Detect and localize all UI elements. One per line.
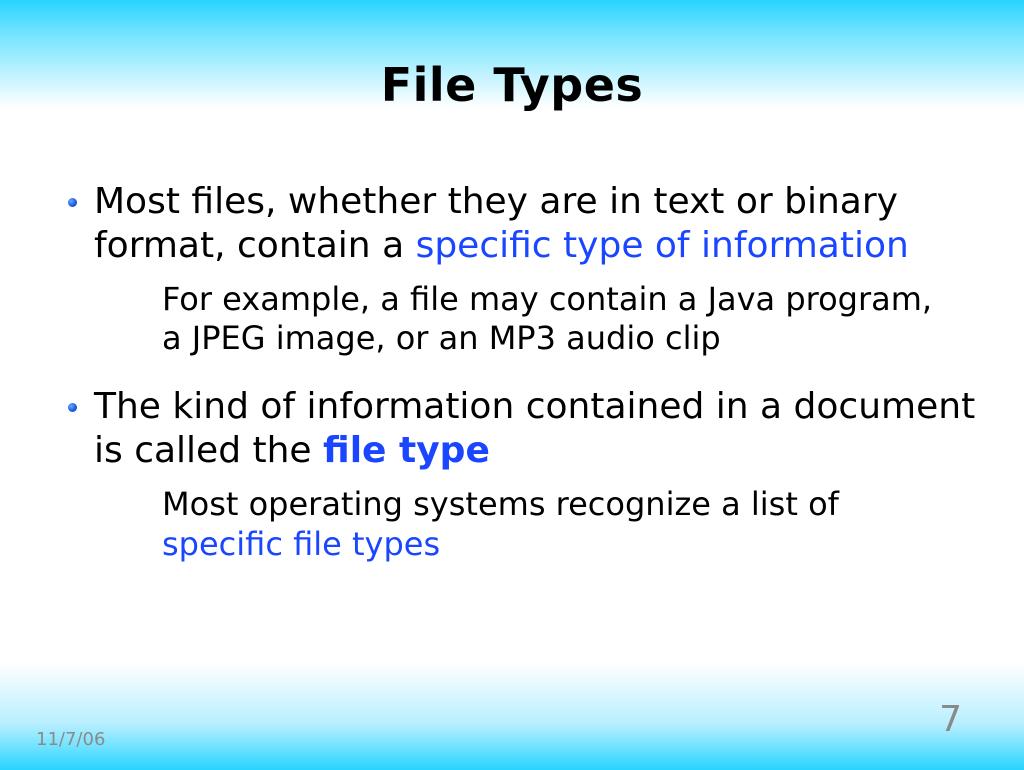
slide-title: File Types — [0, 0, 1024, 112]
bullet-item: The kind of information contained in a d… — [64, 385, 976, 473]
page-number: 7 — [939, 699, 962, 740]
footer-date: 11/7/06 — [36, 729, 105, 750]
sub-bullet: For example, a file may contain a Java p… — [64, 280, 976, 359]
bullet-item: Most files, whether they are in text or … — [64, 180, 976, 268]
highlight-text: specific type of information — [416, 225, 909, 266]
highlight-bold-text: file type — [323, 430, 490, 471]
bullet-text: The kind of information contained in a d… — [94, 386, 975, 471]
sub-highlight: specific file types — [162, 525, 440, 563]
sub-text: For example, a file may contain a Java p… — [162, 280, 932, 358]
sub-bullet: Most operating systems recognize a list … — [64, 485, 976, 564]
slide-body: Most files, whether they are in text or … — [0, 112, 1024, 564]
sub-text: Most operating systems recognize a list … — [162, 485, 839, 523]
